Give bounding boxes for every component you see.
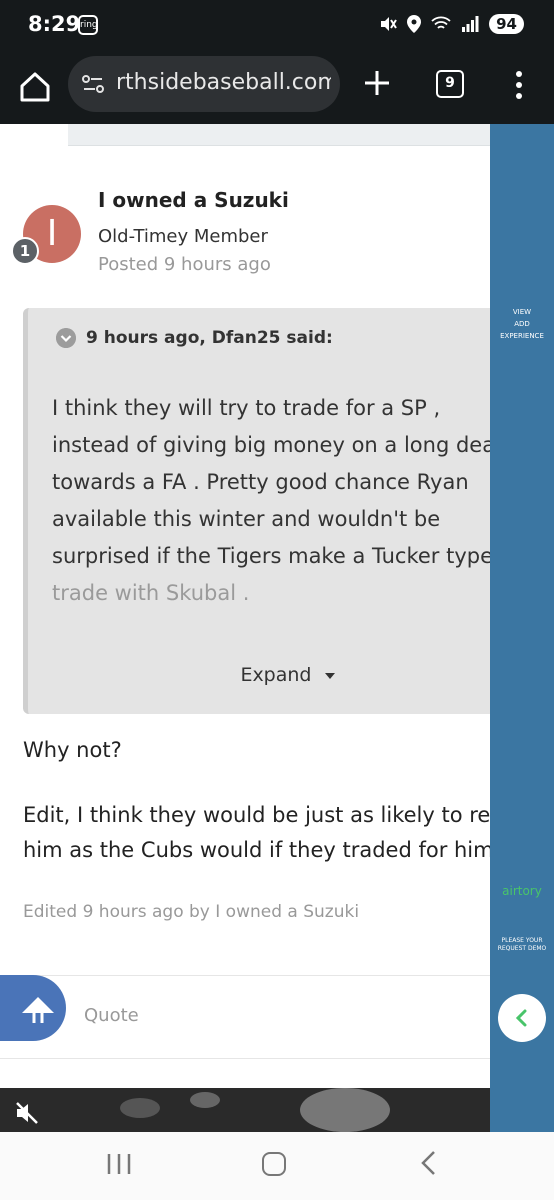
expand-button[interactable]: Expand (28, 664, 548, 686)
status-icons: 94 (379, 14, 524, 34)
scroll-to-top-button[interactable] (0, 975, 66, 1041)
address-bar[interactable]: rthsidebaseball.com (68, 56, 340, 112)
ad-text[interactable]: REQUEST DEMO (490, 945, 554, 953)
quote-text: I think they will try to trade for a SP … (52, 390, 522, 612)
ad-text[interactable]: PLEASE YOUR (490, 937, 554, 945)
ad-text[interactable]: VIEW (490, 306, 554, 318)
video-frame-shape (300, 1088, 390, 1132)
chevron-down-icon[interactable] (56, 328, 76, 348)
ad-view-experience[interactable]: VIEW ADD EXPERIENCE (490, 306, 554, 342)
new-tab-icon[interactable] (362, 68, 392, 98)
video-frame-shape (190, 1092, 220, 1108)
post-body-line: Edit, I think they would be just as like… (23, 803, 491, 827)
url-text[interactable]: rthsidebaseball.com (116, 70, 331, 95)
browser-toolbar: rthsidebaseball.com 9 (0, 54, 554, 124)
post-body-paragraph: Edit, I think they would be just as like… (23, 798, 493, 868)
tab-switcher-button[interactable]: 9 (436, 70, 464, 98)
quote-line: surprised if the Tigers make a Tucker ty… (52, 544, 494, 568)
quote-line: available this winter and wouldn't be (52, 507, 441, 531)
system-navigation-bar (0, 1132, 554, 1200)
battery-indicator: 94 (489, 14, 524, 34)
quote-attribution: 9 hours ago, Dfan25 said: (86, 328, 333, 348)
ad-collapse-button[interactable] (498, 994, 546, 1042)
recents-icon[interactable] (106, 1152, 132, 1176)
quote-button[interactable]: Quote (84, 1005, 139, 1026)
signal-icon (462, 16, 479, 32)
video-frame-shape (120, 1098, 160, 1118)
expand-label[interactable]: Expand (240, 664, 311, 686)
caret-down-icon[interactable] (324, 672, 336, 680)
mute-icon (381, 17, 397, 31)
site-settings-icon[interactable] (82, 74, 104, 94)
ad-brand[interactable]: airtory (490, 884, 554, 898)
screen: 8:29 ring 94 rthsidebaseball.com 9 I 1 I… (0, 0, 554, 1200)
home-nav-icon[interactable] (262, 1152, 286, 1176)
post-body-line: Why not? (23, 738, 122, 762)
quote-block: 9 hours ago, Dfan25 said: I think they w… (23, 308, 553, 714)
arrow-up-icon[interactable] (18, 989, 58, 1029)
quote-line: instead of giving big money on a long de… (52, 433, 496, 457)
quote-header[interactable]: 9 hours ago, Dfan25 said: (56, 328, 333, 348)
post-body-line: him as the Cubs would if they traded for… (23, 838, 493, 862)
divider (0, 1058, 490, 1059)
ad-text[interactable]: EXPERIENCE (490, 330, 554, 342)
ad-text[interactable]: ADD (490, 318, 554, 330)
home-icon[interactable] (18, 70, 52, 104)
location-icon (407, 15, 422, 33)
more-menu-icon[interactable] (514, 70, 524, 100)
status-time: 8:29 (28, 12, 81, 36)
post-author[interactable]: I owned a Suzuki (98, 188, 289, 212)
divider (0, 975, 490, 976)
wifi-icon (431, 16, 451, 29)
video-ad[interactable] (0, 1088, 490, 1132)
edited-note: Edited 9 hours ago by I owned a Suzuki (23, 902, 360, 922)
muted-speaker-icon[interactable] (14, 1100, 40, 1126)
member-title: Old-Timey Member (98, 226, 268, 247)
rank-badge: 1 (11, 237, 39, 265)
chevron-left-icon[interactable] (498, 994, 546, 1042)
back-icon[interactable] (418, 1150, 440, 1176)
status-bar: 8:29 ring 94 (0, 0, 554, 54)
previous-post-edge (68, 124, 498, 146)
quote-line: I think they will try to trade for a SP … (52, 396, 441, 420)
post-timestamp[interactable]: Posted 9 hours ago (98, 254, 271, 275)
quote-line: trade with Skubal . (52, 581, 250, 605)
ring-notification-icon: ring (78, 15, 98, 35)
ad-request-demo[interactable]: PLEASE YOUR REQUEST DEMO (490, 937, 554, 953)
side-ad-panel[interactable]: VIEW ADD EXPERIENCE airtory PLEASE YOUR … (490, 124, 554, 1132)
quote-line: towards a FA . Pretty good chance Ryan (52, 470, 469, 494)
